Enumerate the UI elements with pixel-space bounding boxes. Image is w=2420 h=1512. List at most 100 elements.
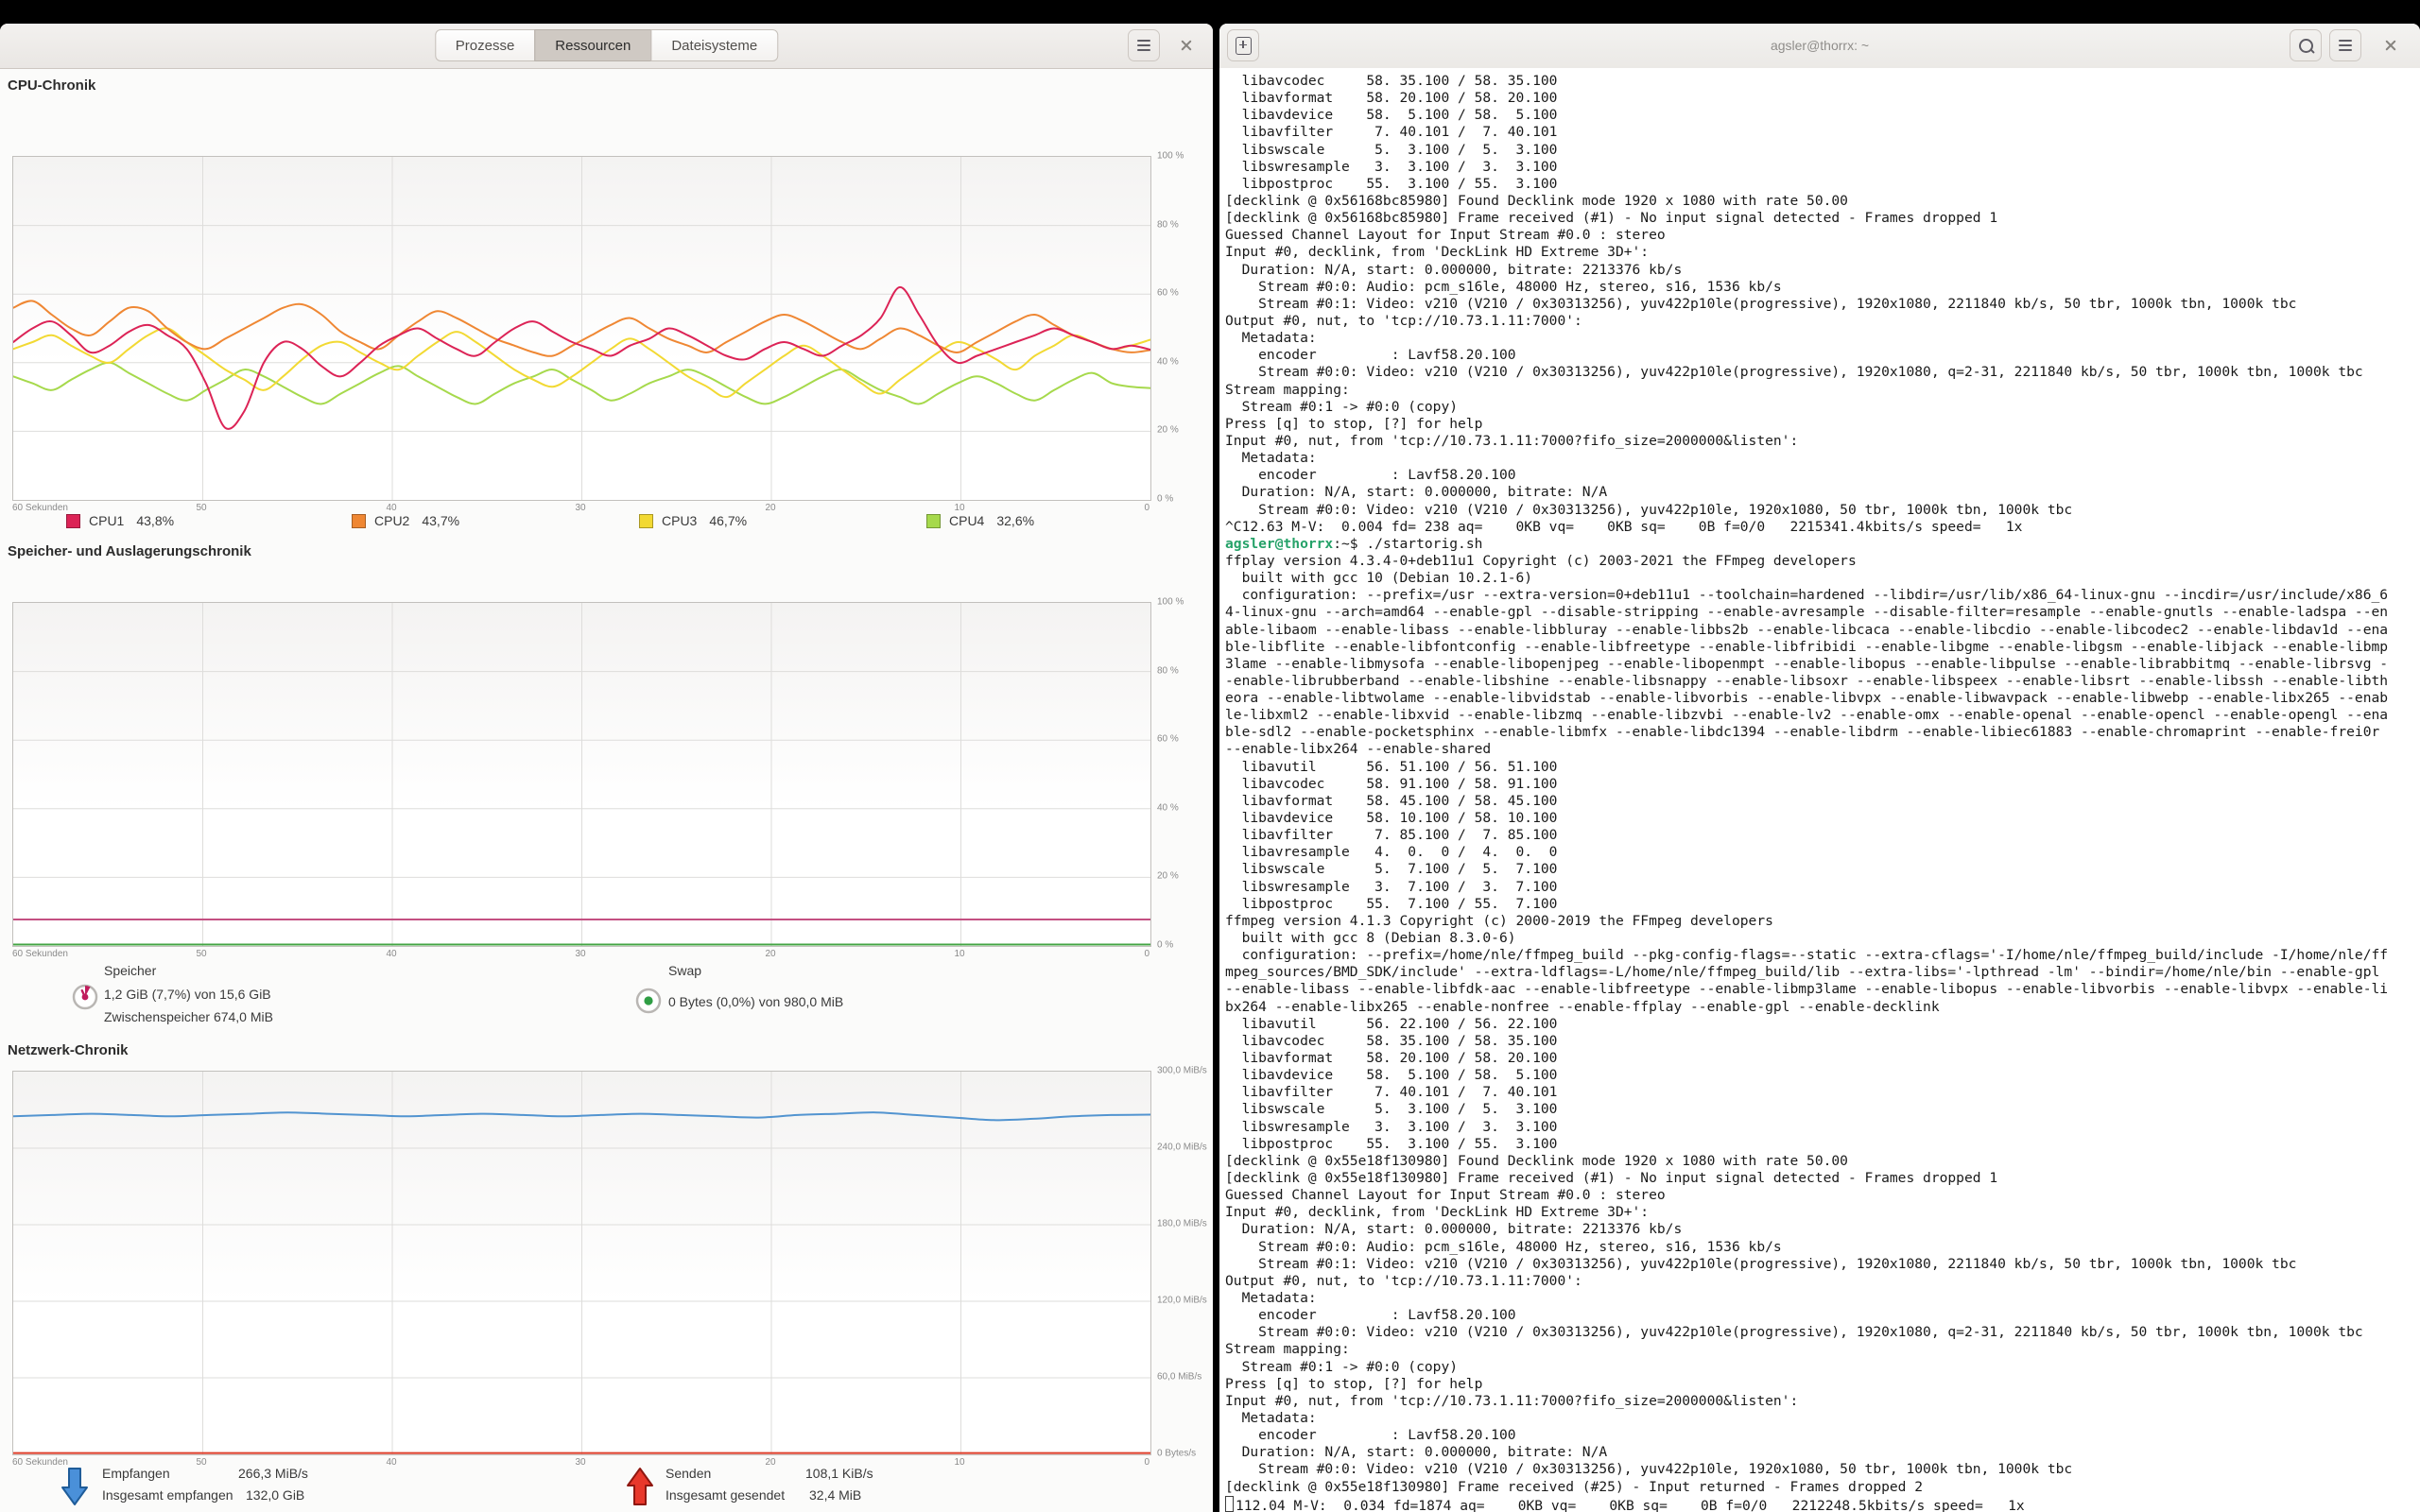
terminal-menu-button[interactable]: [2329, 29, 2361, 61]
net-x-tick: 30: [575, 1457, 585, 1468]
close-button[interactable]: [1170, 29, 1202, 61]
cpu-x-tick: 40: [386, 503, 396, 513]
cpu-x-tick: 60 Sekunden: [12, 503, 68, 513]
tab-prozesse[interactable]: Prozesse: [435, 29, 536, 61]
cpu4-legend-item[interactable]: CPU4 32,6%: [926, 513, 1034, 528]
cpu1-legend-item[interactable]: CPU1 43,8%: [66, 513, 174, 528]
cpu1-label: CPU1: [89, 513, 124, 528]
mem-x-tick: 50: [196, 949, 206, 959]
mem-x-tick: 60 Sekunden: [12, 949, 68, 959]
mem-x-tick: 10: [954, 949, 964, 959]
net-x-tick: 50: [196, 1457, 206, 1468]
cpu2-legend-item[interactable]: CPU2 43,7%: [352, 513, 459, 528]
hamburger-icon: [2339, 44, 2352, 46]
cpu-y-tick: 80 %: [1157, 220, 1179, 231]
cpu-y-tick: 20 %: [1157, 425, 1179, 436]
memory-usage-value: 1,2 GiB (7,7%) von 15,6 GiB: [104, 987, 271, 1002]
net-y-tick: 180,0 MiB/s: [1157, 1219, 1207, 1229]
terminal-close-button[interactable]: [2375, 29, 2407, 61]
mem-x-tick: 0: [1144, 949, 1150, 959]
hamburger-icon: [1137, 44, 1150, 46]
cpu3-value: 46,7%: [709, 513, 747, 528]
network-section-title: Netzwerk-Chronik: [8, 1042, 129, 1058]
cpu2-color-swatch: [352, 514, 366, 528]
terminal-content[interactable]: libavcodec 58. 35.100 / 58. 35.100 libav…: [1219, 68, 2420, 1512]
cpu-chart-frame: [12, 156, 1151, 501]
cpu-x-tick: 30: [575, 503, 585, 513]
system-monitor-window: Prozesse Ressourcen Dateisysteme CPU-Chr…: [0, 24, 1213, 1512]
memory-history-chart: [13, 603, 1150, 946]
recv-total-label: Insgesamt empfangen: [102, 1487, 233, 1503]
memory-cache-value: Zwischenspeicher 674,0 MiB: [104, 1009, 273, 1024]
cpu-x-tick: 10: [954, 503, 964, 513]
terminal-status-line: 112.04 M-V: 0.034 fd=1874 aq= 0KB vq= 0K…: [1225, 1496, 2420, 1512]
terminal-prompt-line: agsler@thorrx:~$ ./startorig.sh: [1225, 536, 2420, 553]
cpu2-value: 43,7%: [422, 513, 459, 528]
net-x-tick: 10: [954, 1457, 964, 1468]
mem-y-tick: 100 %: [1157, 597, 1184, 608]
send-total: 32,4 MiB: [809, 1487, 861, 1503]
mem-y-tick: 0 %: [1157, 940, 1173, 951]
net-x-tick: 40: [386, 1457, 396, 1468]
prompt-command: :~$ ./startorig.sh: [1333, 536, 1482, 552]
net-x-tick: 20: [765, 1457, 775, 1468]
tab-ressourcen[interactable]: Ressourcen: [534, 29, 651, 61]
cpu-x-tick: 50: [196, 503, 206, 513]
mem-y-tick: 60 %: [1157, 734, 1179, 745]
cpu-y-tick: 40 %: [1157, 357, 1179, 368]
cpu4-label: CPU4: [949, 513, 984, 528]
memory-chart-frame: [12, 602, 1151, 947]
cpu-x-tick: 20: [765, 503, 775, 513]
memory-section-title: Speicher- und Auslagerungschronik: [8, 543, 251, 559]
memory-gauge-icon: [70, 982, 100, 1012]
cpu-history-chart: [13, 157, 1150, 500]
cpu-y-tick: 60 %: [1157, 288, 1179, 299]
terminal-headerbar: agsler@thorrx: ~: [1219, 24, 2420, 69]
net-y-tick: 300,0 MiB/s: [1157, 1066, 1207, 1076]
terminal-cursor: [1225, 1496, 1234, 1512]
cpu3-color-swatch: [639, 514, 653, 528]
send-rate: 108,1 KiB/s: [805, 1466, 873, 1481]
swap-usage-value: 0 Bytes (0,0%) von 980,0 MiB: [668, 994, 843, 1009]
recv-total: 132,0 GiB: [246, 1487, 304, 1503]
net-y-tick: 60,0 MiB/s: [1157, 1372, 1201, 1383]
download-arrow-icon: [60, 1467, 89, 1506]
cpu4-color-swatch: [926, 514, 941, 528]
primary-menu-button[interactable]: [1128, 29, 1160, 61]
memory-legend-title: Speicher: [104, 963, 156, 978]
mem-x-tick: 20: [765, 949, 775, 959]
cpu-y-tick: 100 %: [1157, 151, 1184, 162]
mem-y-tick: 40 %: [1157, 803, 1179, 814]
terminal-output-block-1: libavcodec 58. 35.100 / 58. 35.100 libav…: [1225, 73, 2420, 536]
cpu2-label: CPU2: [374, 513, 409, 528]
close-icon: [2384, 39, 2397, 52]
mem-y-tick: 20 %: [1157, 871, 1179, 882]
recv-rate: 266,3 MiB/s: [238, 1466, 308, 1481]
cpu3-label: CPU3: [662, 513, 697, 528]
prompt-user: agsler@thorrx: [1225, 536, 1333, 552]
net-y-tick: 240,0 MiB/s: [1157, 1143, 1207, 1153]
close-icon: [1180, 39, 1193, 52]
cpu3-legend-item[interactable]: CPU3 46,7%: [639, 513, 747, 528]
cpu-y-tick: 0 %: [1157, 494, 1173, 505]
recv-label: Empfangen: [102, 1466, 170, 1481]
net-y-tick: 120,0 MiB/s: [1157, 1296, 1207, 1306]
cpu-x-tick: 0: [1144, 503, 1150, 513]
view-switcher: Prozesse Ressourcen Dateisysteme: [435, 29, 778, 61]
cpu4-value: 32,6%: [996, 513, 1034, 528]
mem-x-tick: 40: [386, 949, 396, 959]
send-total-label: Insgesamt gesendet: [666, 1487, 785, 1503]
net-y-tick: 0 Bytes/s: [1157, 1449, 1196, 1459]
mem-x-tick: 30: [575, 949, 585, 959]
terminal-title: agsler@thorrx: ~: [1219, 24, 2420, 68]
network-chart-frame: [12, 1071, 1151, 1455]
search-button[interactable]: [2290, 29, 2322, 61]
terminal-window: agsler@thorrx: ~ libavcodec 58. 35.100 /…: [1219, 24, 2420, 1512]
system-monitor-headerbar: Prozesse Ressourcen Dateisysteme: [0, 24, 1213, 69]
swap-legend-title: Swap: [668, 963, 701, 978]
terminal-output-block-2: ffplay version 4.3.4-0+deb11u1 Copyright…: [1225, 553, 2420, 1496]
swap-gauge-icon: [633, 986, 664, 1016]
tab-dateisysteme[interactable]: Dateisysteme: [650, 29, 778, 61]
network-history-chart: [13, 1072, 1150, 1454]
net-x-tick: 0: [1144, 1457, 1150, 1468]
